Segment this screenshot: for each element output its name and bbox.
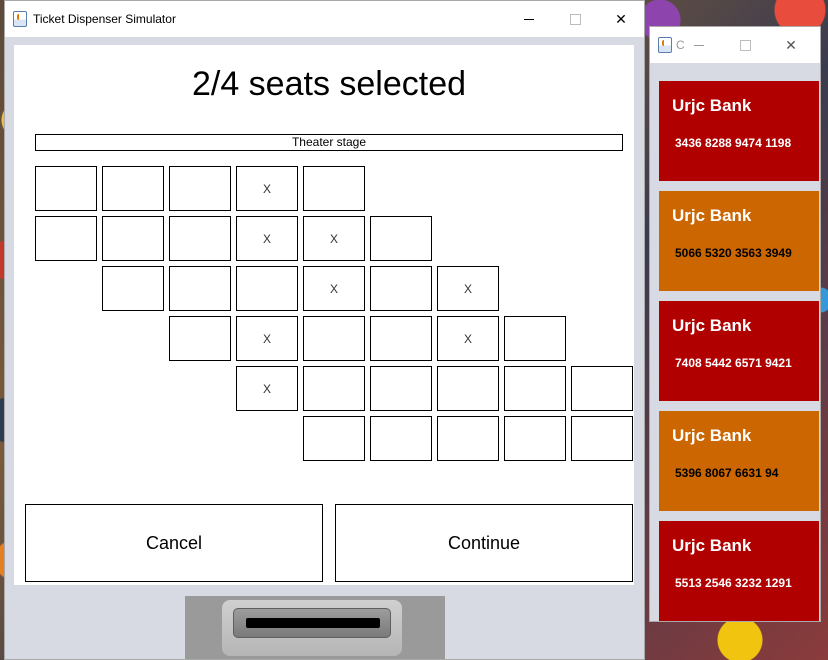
close-icon: ✕ — [615, 10, 627, 27]
bank-card-name: Urjc Bank — [672, 206, 752, 225]
seat-r2-c4[interactable]: X — [236, 216, 298, 261]
close-button[interactable]: ✕ — [598, 1, 644, 37]
card-close-button[interactable]: ✕ — [768, 27, 814, 63]
minimize-icon — [524, 18, 534, 20]
bank-card-name: Urjc Bank — [672, 536, 752, 555]
maximize-icon — [569, 13, 581, 25]
maximize-icon — [739, 39, 751, 51]
card-title-bar[interactable]: C ✕ — [650, 27, 820, 63]
seat-r4-c3[interactable] — [303, 316, 365, 361]
ticket-slot-inner — [233, 608, 391, 638]
seat-r4-c2[interactable]: X — [236, 316, 298, 361]
seat-r5-c2[interactable] — [303, 366, 365, 411]
seat-r6-c3[interactable] — [437, 416, 499, 461]
seat-r4-c1[interactable] — [169, 316, 231, 361]
seat-r1-c2[interactable] — [102, 166, 164, 211]
seat-r2-c6[interactable] — [370, 216, 432, 261]
ticket-slot — [222, 600, 402, 656]
seat-r5-c3[interactable] — [370, 366, 432, 411]
seat-r2-c2[interactable] — [102, 216, 164, 261]
ticket-slot-opening — [246, 618, 380, 628]
cancel-button[interactable]: Cancel — [25, 504, 323, 582]
java-app-icon — [658, 37, 672, 53]
maximize-button — [552, 1, 598, 37]
card-list: Urjc Bank 3436 8288 9474 1198 Urjc Bank 506… — [650, 63, 820, 621]
bank-card-number: 5396 8067 6631 94 — [675, 466, 779, 480]
seat-r2-c5[interactable]: X — [303, 216, 365, 261]
minimize-icon — [694, 44, 704, 46]
bank-card-number: 5066 5320 3563 3949 — [675, 246, 792, 260]
card-wallet-window: C ✕ Urjc Bank 3436 8288 9474 1198 Urjc Ban… — [649, 26, 821, 622]
ticket-slot-area — [185, 596, 445, 659]
bank-card-number: 7408 5442 6571 9421 — [675, 356, 792, 370]
seat-r6-c1[interactable] — [303, 416, 365, 461]
seat-r3-c1[interactable] — [102, 266, 164, 311]
seat-r3-c5[interactable] — [370, 266, 432, 311]
theater-stage-label: Theater stage — [35, 134, 623, 151]
seat-r1-c4[interactable]: X — [236, 166, 298, 211]
java-app-icon — [13, 11, 27, 27]
ticket-dispenser-window: Ticket Dispenser Simulator ✕ 2/4 seats s… — [4, 0, 645, 660]
selection-heading: 2/4 seats selected — [191, 65, 467, 103]
card-minimize-button[interactable] — [676, 27, 722, 63]
seat-r4-c6[interactable] — [504, 316, 566, 361]
close-icon: ✕ — [785, 36, 797, 53]
bank-card[interactable]: Urjc Bank 5396 8067 6631 94 — [659, 411, 819, 511]
seat-r4-c4[interactable] — [370, 316, 432, 361]
bank-card-name: Urjc Bank — [672, 316, 752, 335]
minimize-button[interactable] — [506, 1, 552, 37]
bank-card-name: Urjc Bank — [672, 426, 752, 445]
seat-r1-c3[interactable] — [169, 166, 231, 211]
seat-r3-c3[interactable] — [236, 266, 298, 311]
content-frame: 2/4 seats selected Theater stage XXXXXXX… — [5, 37, 644, 659]
seat-r2-c1[interactable] — [35, 216, 97, 261]
seat-r4-c5[interactable]: X — [437, 316, 499, 361]
title-bar[interactable]: Ticket Dispenser Simulator ✕ — [5, 1, 644, 37]
seat-r6-c5[interactable] — [571, 416, 633, 461]
seat-r6-c4[interactable] — [504, 416, 566, 461]
window-title: Ticket Dispenser Simulator — [33, 12, 176, 26]
seat-r5-c1[interactable]: X — [236, 366, 298, 411]
seat-r6-c2[interactable] — [370, 416, 432, 461]
card-maximize-button — [722, 27, 768, 63]
seat-r5-c4[interactable] — [437, 366, 499, 411]
seat-r5-c5[interactable] — [504, 366, 566, 411]
bank-card-number: 3436 8288 9474 1198 — [675, 136, 792, 150]
bank-card[interactable]: Urjc Bank 7408 5442 6571 9421 — [659, 301, 819, 401]
bank-card[interactable]: Urjc Bank 5066 5320 3563 3949 — [659, 191, 819, 291]
seat-r2-c3[interactable] — [169, 216, 231, 261]
bank-card-number: 5513 2546 3232 1291 — [675, 576, 792, 590]
seat-r3-c4[interactable]: X — [303, 266, 365, 311]
seat-selection-panel: 2/4 seats selected Theater stage XXXXXXX… — [14, 45, 634, 585]
seat-r3-c2[interactable] — [169, 266, 231, 311]
seat-r1-c5[interactable] — [303, 166, 365, 211]
bank-card[interactable]: Urjc Bank 3436 8288 9474 1198 — [659, 81, 819, 181]
seat-r3-c6[interactable]: X — [437, 266, 499, 311]
seat-r1-c1[interactable] — [35, 166, 97, 211]
bank-card-name: Urjc Bank — [672, 96, 752, 115]
seat-r5-c6[interactable] — [571, 366, 633, 411]
continue-button[interactable]: Continue — [335, 504, 633, 582]
bank-card[interactable]: Urjc Bank 5513 2546 3232 1291 — [659, 521, 819, 621]
